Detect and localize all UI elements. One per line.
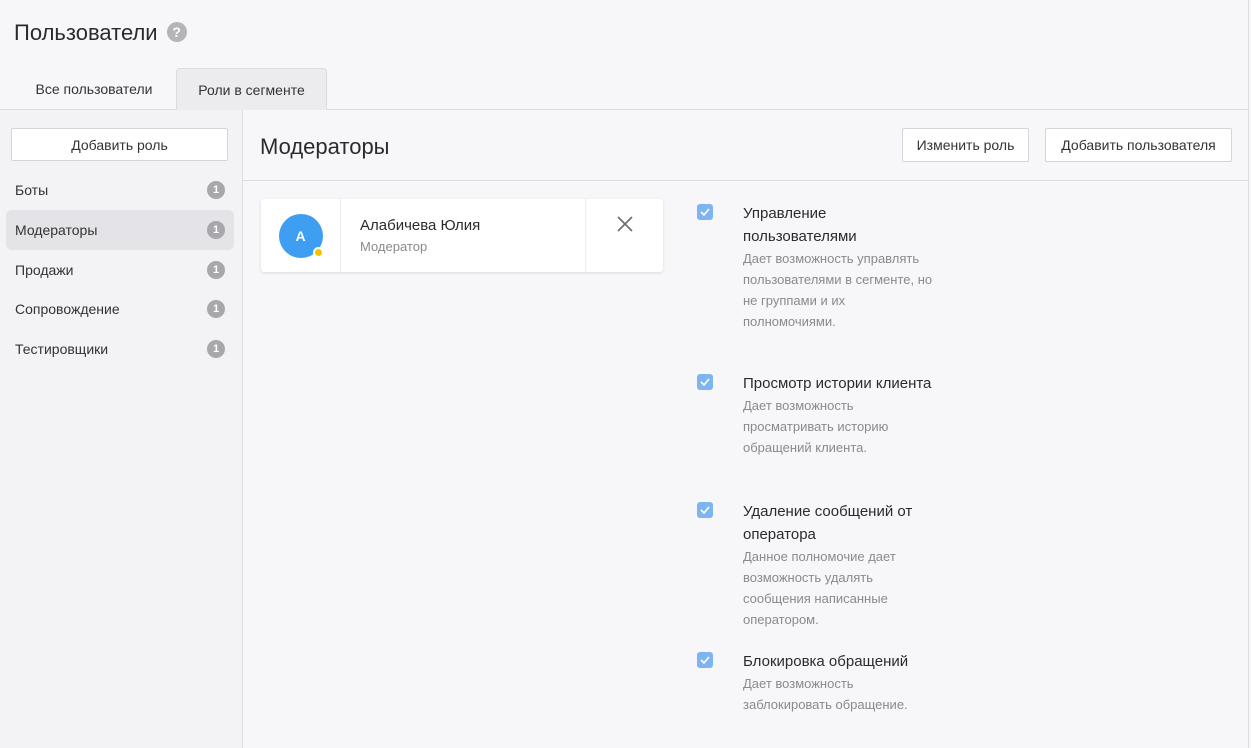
permission-title: Блокировка обращений (743, 653, 909, 670)
role-header: Модераторы Изменить роль Добавить пользо… (243, 110, 1249, 181)
permission-description: Дает возможность заблокировать обращение… (743, 676, 908, 712)
add-role-button[interactable]: Добавить роль (11, 128, 228, 161)
sidebar-item-label: Тестировщики (15, 341, 109, 357)
close-icon[interactable] (616, 215, 634, 233)
check-icon (700, 378, 710, 386)
sidebar-item-label: Продажи (15, 262, 74, 278)
sidebar-item-testers[interactable]: Тестировщики 1 (6, 329, 234, 369)
avatar-initial: А (295, 227, 306, 244)
sidebar-item-bots[interactable]: Боты 1 (6, 170, 234, 210)
permission-item: Просмотр истории клиента Дает возможност… (697, 372, 937, 482)
permission-description: Дает возможность управлять пользователям… (743, 251, 933, 329)
role-count-badge: 1 (207, 340, 225, 358)
permission-title: Управление пользователями (743, 205, 857, 245)
check-icon (700, 208, 710, 216)
permission-title: Удаление сообщений от оператора (743, 503, 913, 543)
user-avatar-cell: А (261, 199, 341, 272)
permission-checkbox[interactable] (697, 502, 713, 518)
permission-checkbox[interactable] (697, 204, 713, 220)
permission-checkbox[interactable] (697, 652, 713, 668)
permission-title: Просмотр истории клиента (743, 375, 932, 392)
check-icon (700, 656, 710, 664)
permission-item: Блокировка обращений Дает возможность за… (697, 650, 937, 740)
tab-all-users[interactable]: Все пользователи (14, 68, 174, 110)
check-icon (700, 506, 710, 514)
permission-checkbox[interactable] (697, 374, 713, 390)
permission-body: Блокировка обращений Дает возможность за… (743, 650, 933, 715)
edit-role-button[interactable]: Изменить роль (902, 128, 1029, 162)
role-count-badge: 1 (207, 261, 225, 279)
sidebar-item-sales[interactable]: Продажи 1 (6, 250, 234, 290)
help-icon[interactable]: ? (166, 22, 187, 42)
permission-item: Управление пользователями Дает возможнос… (697, 202, 937, 352)
add-user-button[interactable]: Добавить пользователя (1045, 128, 1232, 162)
role-detail-panel: Модераторы Изменить роль Добавить пользо… (243, 110, 1249, 748)
sidebar-item-moderators[interactable]: Модераторы 1 (6, 210, 234, 250)
sidebar-item-label: Боты (15, 182, 49, 198)
page-title: Пользователи ? (14, 20, 187, 46)
role-title: Модераторы (260, 134, 390, 159)
sidebar-item-label: Модераторы (15, 222, 98, 238)
role-count-badge: 1 (207, 221, 225, 239)
permission-body: Управление пользователями Дает возможнос… (743, 202, 933, 332)
page-header: Пользователи ? Все пользователи Роли в с… (0, 0, 1249, 111)
user-name: Алабичева Юлия (360, 217, 481, 234)
status-dot (312, 246, 324, 258)
roles-sidebar: Добавить роль Боты 1 Модераторы 1 Продаж… (0, 110, 243, 748)
tab-segment-roles[interactable]: Роли в сегменте (176, 68, 327, 111)
remove-user-button[interactable] (586, 199, 663, 272)
user-card: А Алабичева Юлия Модератор (261, 199, 663, 272)
permission-description: Данное полномочие дает возможность удаля… (743, 549, 896, 627)
permission-body: Удаление сообщений от оператора Данное п… (743, 500, 933, 630)
page-title-text: Пользователи (14, 20, 158, 45)
role-count-badge: 1 (207, 300, 225, 318)
avatar: А (278, 213, 324, 258)
permission-description: Дает возможность просматривать историю о… (743, 398, 889, 455)
permission-body: Просмотр истории клиента Дает возможност… (743, 372, 933, 458)
permission-item: Удаление сообщений от оператора Данное п… (697, 500, 937, 630)
sidebar-item-label: Сопровождение (15, 301, 120, 317)
user-role: Модератор (360, 239, 428, 254)
sidebar-item-support[interactable]: Сопровождение 1 (6, 289, 234, 329)
role-count-badge: 1 (207, 181, 225, 199)
user-info: Алабичева Юлия Модератор (341, 199, 586, 272)
